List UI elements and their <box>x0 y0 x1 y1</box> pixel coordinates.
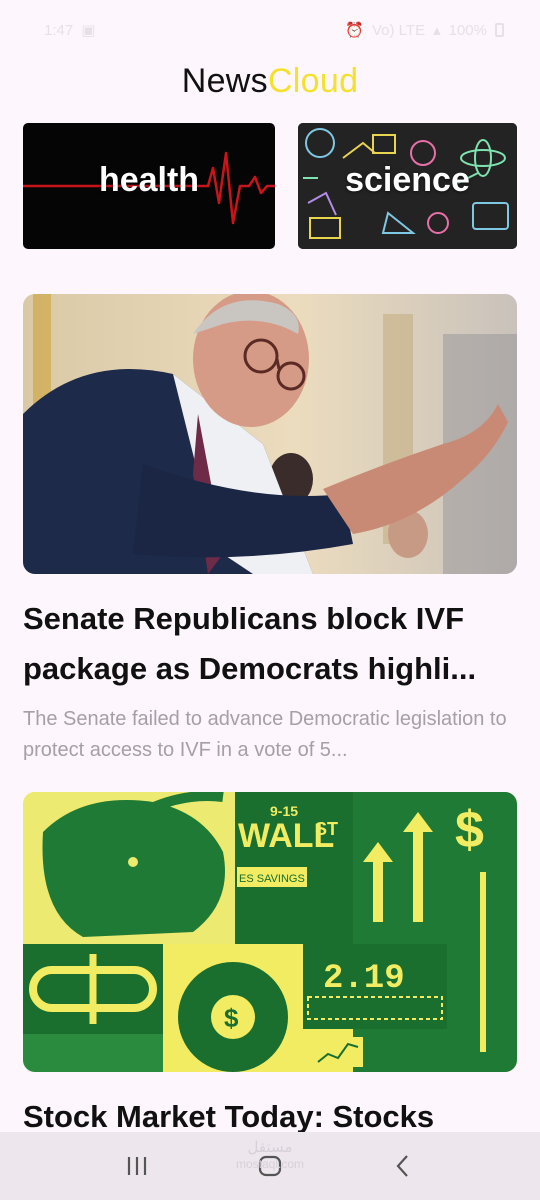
category-label-science: science <box>345 161 470 199</box>
svg-text:$: $ <box>455 801 484 859</box>
back-icon <box>396 1155 409 1177</box>
alarm-icon: ⏰ <box>345 22 364 39</box>
signal-text: Vo) LTE <box>372 21 426 39</box>
date-text: 9-15 <box>270 803 298 819</box>
savings-text: ES SAVINGS <box>239 873 305 885</box>
article-image[interactable] <box>23 294 517 574</box>
recents-button[interactable] <box>107 1141 167 1191</box>
back-button[interactable] <box>373 1141 433 1191</box>
battery-text: 100% <box>448 21 487 39</box>
notification-icon: ▣ <box>81 22 96 39</box>
system-nav-bar <box>0 1132 540 1200</box>
app-title-cloud: Cloud <box>267 62 359 100</box>
category-card-science[interactable]: science <box>298 123 517 249</box>
article-image[interactable]: WALL ST 9-15 ES SAVINGS $ $ 2.19 <box>23 792 517 1072</box>
status-bar: 1:47 ▣ ⏰ Vo) LTE ▴ 100% <box>0 0 540 60</box>
article-card[interactable]: WALL ST 9-15 ES SAVINGS $ $ 2.19 Stock M… <box>23 792 517 1142</box>
article-photo-wall-street: WALL ST 9-15 ES SAVINGS $ $ 2.19 <box>23 792 517 1072</box>
recents-icon <box>127 1157 146 1175</box>
home-button[interactable] <box>240 1141 300 1191</box>
status-right: ⏰ Vo) LTE ▴ 100% <box>345 21 504 39</box>
status-left: 1:47 ▣ <box>44 21 96 40</box>
home-icon <box>258 1155 282 1177</box>
article-card[interactable]: Senate Republicans block IVF package as … <box>23 294 517 766</box>
svg-text:$: $ <box>224 1003 239 1033</box>
status-time: 1:47 <box>44 21 74 39</box>
article-title[interactable]: Senate Republicans block IVF package as … <box>23 594 517 694</box>
battery-icon <box>495 23 504 37</box>
app-title: NewsCloud <box>0 62 540 101</box>
st-text: ST <box>315 819 338 839</box>
wifi-icon: ▴ <box>433 22 441 39</box>
ticker-text: 2.19 <box>323 960 405 998</box>
article-summary: The Senate failed to advance Democratic … <box>23 708 507 761</box>
app-title-news: News <box>181 62 268 100</box>
category-card-health[interactable]: health <box>23 123 275 249</box>
category-label-health: health <box>98 161 200 199</box>
article-photo-senator <box>23 294 517 574</box>
category-row: health science <box>23 123 540 250</box>
